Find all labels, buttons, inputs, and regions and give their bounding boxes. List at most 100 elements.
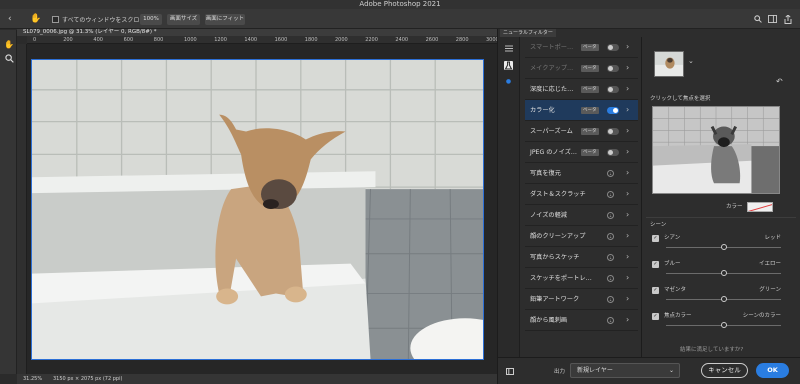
download-icon[interactable]: ⇣ <box>607 191 614 198</box>
chevron-right-icon[interactable]: › <box>626 273 629 283</box>
slider-right-label: イエロー <box>759 261 781 267</box>
chevron-right-icon[interactable]: › <box>626 126 629 136</box>
reset-icon[interactable]: ↶ <box>776 77 783 86</box>
zoom-level[interactable]: 31.25% <box>23 374 42 384</box>
chevron-right-icon[interactable]: › <box>626 105 629 115</box>
slider-checkbox[interactable]: ✓ <box>652 313 659 320</box>
download-icon[interactable]: ⇣ <box>607 233 614 240</box>
filter-toggle[interactable] <box>607 149 619 156</box>
chevron-down-icon[interactable]: ⌄ <box>688 57 694 65</box>
beta-badge: ベータ <box>581 149 599 156</box>
chevron-right-icon[interactable]: › <box>626 84 629 94</box>
download-icon[interactable]: ⇣ <box>607 170 614 177</box>
slider-knob[interactable] <box>720 322 727 328</box>
chevron-right-icon[interactable]: › <box>626 63 629 73</box>
slider-knob[interactable] <box>720 270 727 276</box>
scene-slider[interactable] <box>666 322 781 328</box>
download-icon[interactable]: ⇣ <box>607 296 614 303</box>
scene-slider[interactable] <box>666 296 781 302</box>
title-bar: Adobe Photoshop 2021 <box>0 0 800 9</box>
filter-item[interactable]: ダスト＆スクラッチ ⇣ › <box>525 184 638 205</box>
zoom-tool-icon[interactable] <box>4 54 14 64</box>
fill-screen-button[interactable]: 画面にフィット <box>205 14 245 25</box>
status-bar: 31.25% 3150 px × 2075 px (72 ppi) <box>17 374 497 384</box>
zoom-100-button[interactable]: 100% <box>140 14 162 25</box>
download-icon[interactable]: ⇣ <box>607 317 614 324</box>
filter-label: 写真からスケッチ <box>530 254 580 261</box>
filter-item[interactable]: ノイズの軽減 ⇣ › <box>525 205 638 226</box>
filter-item[interactable]: 写真を復元 ⇣ › <box>525 163 638 184</box>
chevron-right-icon[interactable]: › <box>626 168 629 178</box>
filter-item[interactable]: メイクアップ… ベータ › <box>525 58 638 79</box>
filter-item[interactable]: 顔のクリーンアップ ⇣ › <box>525 226 638 247</box>
share-icon[interactable] <box>784 14 792 26</box>
hand-tool-icon[interactable]: ✋ <box>4 40 14 50</box>
slider-knob[interactable] <box>720 244 727 250</box>
slider-checkbox[interactable]: ✓ <box>652 261 659 268</box>
ruler-label: 2000 <box>335 37 348 43</box>
window-title: Adobe Photoshop 2021 <box>359 0 441 8</box>
beta-badge: ベータ <box>581 44 599 51</box>
scene-slider[interactable] <box>666 270 781 276</box>
search-icon[interactable] <box>754 15 762 25</box>
download-icon[interactable]: ⇣ <box>607 212 614 219</box>
filter-item[interactable]: 深度に応じた… ベータ › <box>525 79 638 100</box>
filter-label: ノイズの軽減 <box>530 212 567 219</box>
fit-screen-button[interactable]: 画面サイズ <box>167 14 200 25</box>
filter-toggle[interactable] <box>607 44 619 51</box>
download-icon[interactable]: ⇣ <box>607 254 614 261</box>
focus-preview[interactable] <box>652 106 780 194</box>
output-select[interactable]: 新規レイヤー ⌄ <box>570 363 680 378</box>
ok-button[interactable]: OK <box>756 363 789 378</box>
scroll-all-windows-checkbox[interactable] <box>52 16 59 23</box>
filter-item[interactable]: 写真からスケッチ ⇣ › <box>525 247 638 268</box>
collapse-panel-icon[interactable] <box>506 368 514 377</box>
filter-label: スーパーズーム <box>530 128 573 135</box>
hand-icon[interactable]: ✋ <box>30 14 41 24</box>
output-label: 出力 <box>554 369 566 375</box>
filter-toggle[interactable] <box>607 107 619 114</box>
filter-item[interactable]: カラー化 ベータ › <box>525 100 638 121</box>
slider-right-label: レッド <box>764 235 781 241</box>
cancel-button[interactable]: キャンセル <box>701 363 748 378</box>
filter-label: メイクアップ… <box>530 65 574 72</box>
filter-item[interactable]: JPEG のノイズ… ベータ › <box>525 142 638 163</box>
chevron-right-icon[interactable]: › <box>626 294 629 304</box>
slider-checkbox[interactable]: ✓ <box>652 287 659 294</box>
chevron-right-icon[interactable]: › <box>626 42 629 52</box>
filter-label: 写真を復元 <box>530 170 561 177</box>
chevron-down-icon: ⌄ <box>668 367 674 374</box>
panel-icon[interactable] <box>768 15 777 25</box>
filter-toggle[interactable] <box>607 86 619 93</box>
flask-icon[interactable] <box>504 61 513 70</box>
filters-list-icon[interactable] <box>504 45 513 54</box>
color-swatch[interactable] <box>747 202 773 212</box>
filter-item[interactable]: 顔から風刺画 ⇣ › <box>525 310 638 331</box>
filter-item[interactable]: スケッチをポートレ… ⇣ › <box>525 268 638 289</box>
filter-item[interactable]: 鉛筆アートワーク ⇣ › <box>525 289 638 310</box>
filter-label: ダスト＆スクラッチ <box>530 191 586 198</box>
beta-badge: ベータ <box>581 65 599 72</box>
output-value: 新規レイヤー <box>577 367 613 374</box>
chevron-right-icon[interactable]: › <box>626 252 629 262</box>
reference-thumbnail[interactable] <box>654 51 684 77</box>
document-tab[interactable]: SL079_0006.jpg @ 31.3% (レイヤー 0, RGB/8#) … <box>17 29 497 36</box>
document-image[interactable] <box>31 59 484 360</box>
chevron-right-icon[interactable]: › <box>626 147 629 157</box>
scroll-all-windows-label: すべてのウィンドウをスクロール <box>62 17 152 24</box>
filter-item[interactable]: スーパーズーム ベータ › <box>525 121 638 142</box>
download-icon[interactable]: ⇣ <box>607 275 614 282</box>
slider-knob[interactable] <box>720 296 727 302</box>
chevron-right-icon[interactable]: › <box>626 315 629 325</box>
filter-item[interactable]: スマートポー… ベータ › <box>525 37 638 58</box>
filter-toggle[interactable] <box>607 128 619 135</box>
chevron-right-icon[interactable]: › <box>626 231 629 241</box>
slider-checkbox[interactable]: ✓ <box>652 235 659 242</box>
slider-left-label: ブルー <box>664 261 681 267</box>
scene-slider[interactable] <box>666 244 781 250</box>
chevron-right-icon[interactable]: › <box>626 210 629 220</box>
chevron-right-icon[interactable]: › <box>626 189 629 199</box>
chevron-left-icon[interactable]: ‹ <box>8 14 12 24</box>
filter-toggle[interactable] <box>607 65 619 72</box>
horizontal-ruler: 0 200 400 600 800 1000 1200 1400 1600 1800 2000 220… <box>27 36 499 44</box>
